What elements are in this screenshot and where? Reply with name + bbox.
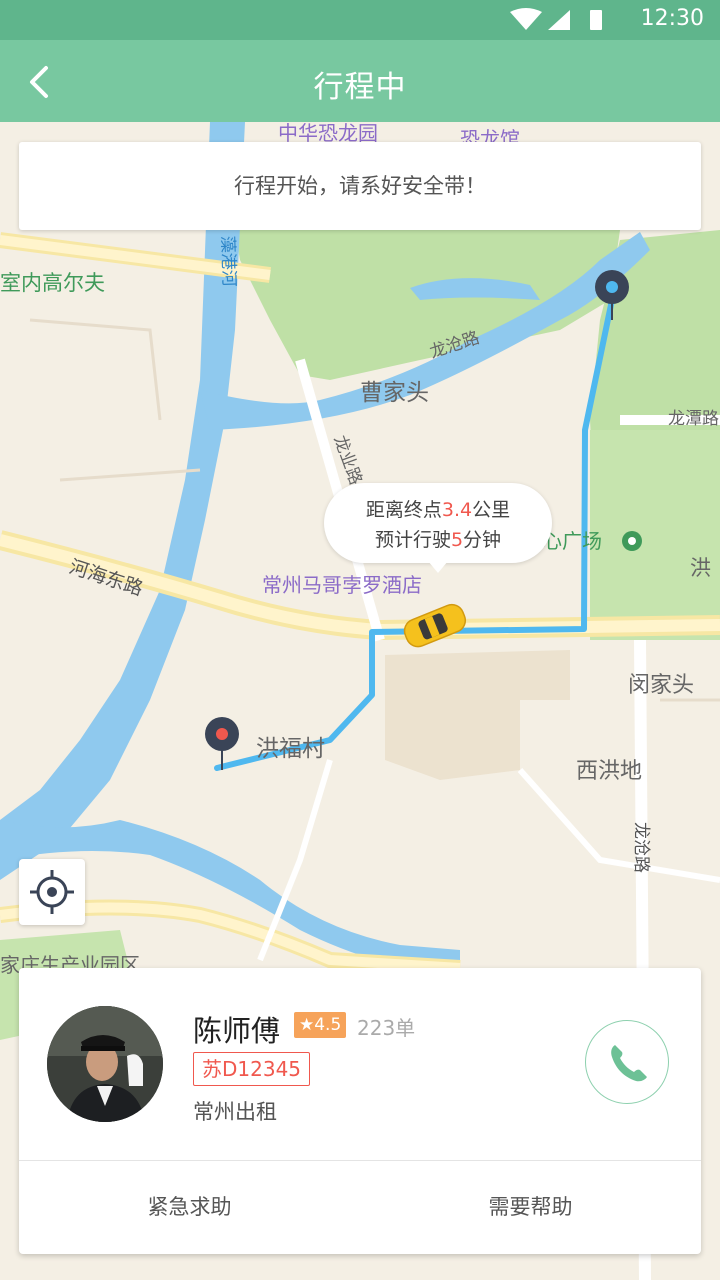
phone-icon — [611, 1045, 647, 1082]
map-label: 室内高尔夫 — [0, 271, 105, 295]
status-bar: 12:30 — [0, 0, 720, 40]
eta-line: 预计行驶5分钟 — [324, 525, 552, 552]
driver-name: 陈师傅 — [193, 1014, 281, 1048]
map-label: 常州马哥孛罗酒店 — [262, 573, 422, 597]
emergency-help-button[interactable]: 紧急求助 — [19, 1160, 360, 1254]
map-label: 洪福村 — [256, 736, 325, 762]
bubble-tail — [428, 561, 448, 573]
map-label: 龙沧路 — [631, 822, 651, 873]
eta-unit: 分钟 — [463, 529, 502, 551]
distance-line: 距离终点3.4公里 — [324, 495, 552, 522]
driver-card: 陈师傅 ★4.5 223单 苏D12345 常州出租 紧急求助 需要帮助 — [19, 968, 701, 1254]
map-label: 曹家头 — [360, 380, 429, 406]
rating-badge: ★4.5 — [294, 1012, 347, 1038]
page-title: 行程中 — [313, 70, 407, 105]
crosshair-icon — [30, 870, 74, 914]
eta-prefix: 预计行驶 — [374, 529, 451, 551]
status-time: 12:30 — [640, 6, 704, 31]
call-driver-button[interactable] — [585, 1020, 669, 1104]
park-area — [590, 430, 720, 640]
distance-unit: 公里 — [472, 499, 511, 521]
status-icons — [510, 8, 610, 36]
distance-value: 3.4 — [441, 499, 473, 521]
license-plate: 苏D12345 — [193, 1052, 311, 1086]
map-label: 闵家头 — [628, 673, 694, 698]
avatar — [47, 1006, 163, 1122]
wifi-icon — [510, 8, 542, 30]
eta-value: 5 — [450, 529, 464, 551]
battery-icon — [590, 10, 602, 30]
app-bar: 行程中 — [0, 40, 720, 122]
map-label: 洪 — [690, 556, 711, 580]
order-count: 223单 — [357, 1016, 416, 1040]
taxi-company: 常州出租 — [193, 1100, 277, 1124]
distance-prefix: 距离终点 — [365, 499, 442, 521]
trip-start-notice: 行程开始，请系好安全带！ — [19, 142, 701, 230]
map-label: 龙潭路 — [668, 409, 719, 429]
map-label: 西洪地 — [576, 759, 642, 784]
locate-button[interactable] — [19, 859, 85, 925]
trip-info-bubble: 距离终点3.4公里 预计行驶5分钟 — [324, 483, 552, 573]
signal-icon — [548, 10, 570, 30]
need-help-button[interactable]: 需要帮助 — [360, 1160, 701, 1254]
map-label: 藻港河 — [217, 235, 239, 287]
